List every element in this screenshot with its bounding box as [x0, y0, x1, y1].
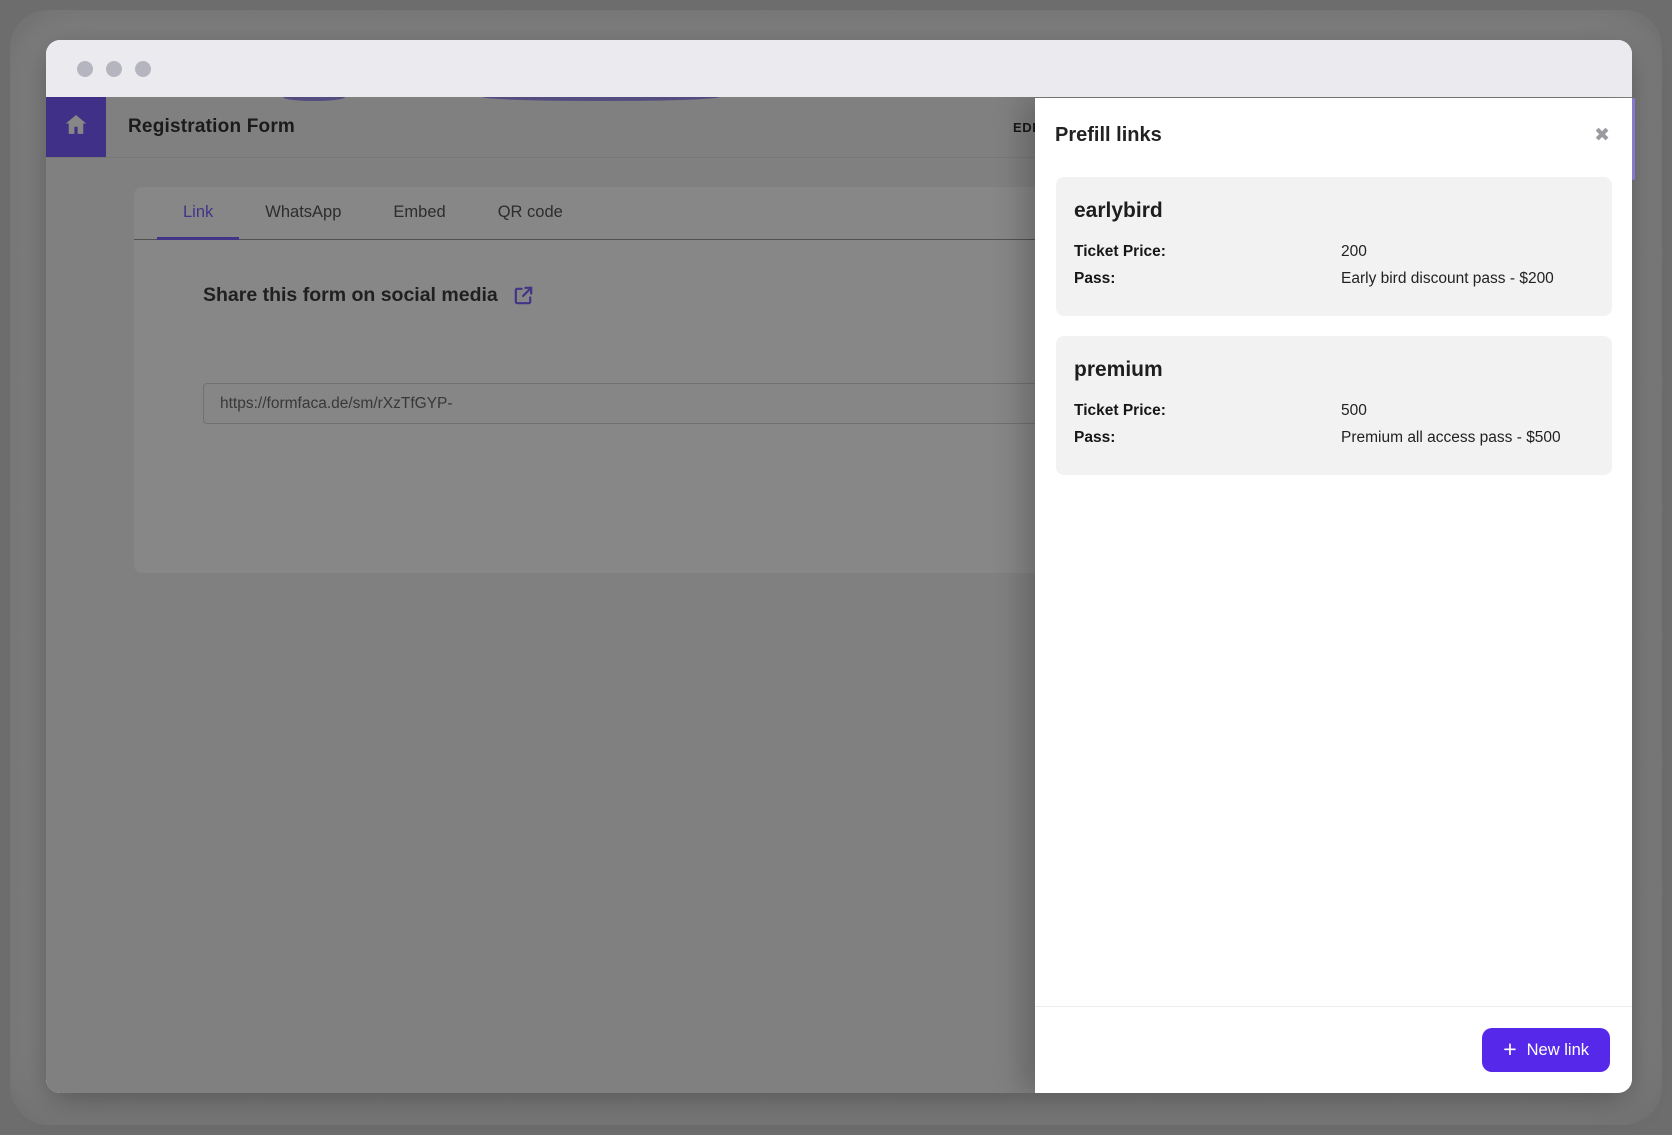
- window-control-dot[interactable]: [135, 61, 151, 77]
- field-value: Premium all access pass - $500: [1341, 425, 1561, 451]
- field-label: Ticket Price:: [1074, 398, 1341, 424]
- panel-title: Prefill links: [1055, 124, 1162, 147]
- purple-edge-glow: [1632, 98, 1635, 180]
- field-label: Ticket Price:: [1074, 239, 1341, 265]
- field-label: Pass:: [1074, 266, 1341, 292]
- panel-header: Prefill links ✖: [1035, 98, 1632, 147]
- browser-titlebar: [46, 40, 1632, 97]
- new-link-button[interactable]: + New link: [1482, 1028, 1610, 1072]
- panel-footer: + New link: [1035, 1006, 1632, 1093]
- prefill-field-row: Pass: Premium all access pass - $500: [1074, 425, 1592, 451]
- prefill-link-card[interactable]: earlybird Ticket Price: 200 Pass: Early …: [1056, 177, 1612, 316]
- window-control-dot[interactable]: [106, 61, 122, 77]
- prefill-links-panel: Prefill links ✖ earlybird Ticket Price: …: [1035, 98, 1632, 1093]
- close-icon[interactable]: ✖: [1594, 126, 1610, 145]
- prefill-link-list: earlybird Ticket Price: 200 Pass: Early …: [1035, 147, 1632, 475]
- field-label: Pass:: [1074, 425, 1341, 451]
- prefill-link-name: earlybird: [1074, 199, 1592, 223]
- new-link-label: New link: [1527, 1041, 1589, 1060]
- field-value: 500: [1341, 398, 1561, 424]
- prefill-field-row: Pass: Early bird discount pass - $200: [1074, 266, 1592, 292]
- field-value: 200: [1341, 239, 1561, 265]
- prefill-field-row: Ticket Price: 200: [1074, 239, 1592, 265]
- plus-icon: +: [1503, 1038, 1516, 1061]
- window-control-dot[interactable]: [77, 61, 93, 77]
- app-window: Registration Form EDIT Link WhatsApp Emb…: [46, 40, 1632, 1093]
- prefill-link-card[interactable]: premium Ticket Price: 500 Pass: Premium …: [1056, 336, 1612, 475]
- app-area: Registration Form EDIT Link WhatsApp Emb…: [46, 97, 1632, 1093]
- field-value: Early bird discount pass - $200: [1341, 266, 1561, 292]
- prefill-link-name: premium: [1074, 358, 1592, 382]
- prefill-field-row: Ticket Price: 500: [1074, 398, 1592, 424]
